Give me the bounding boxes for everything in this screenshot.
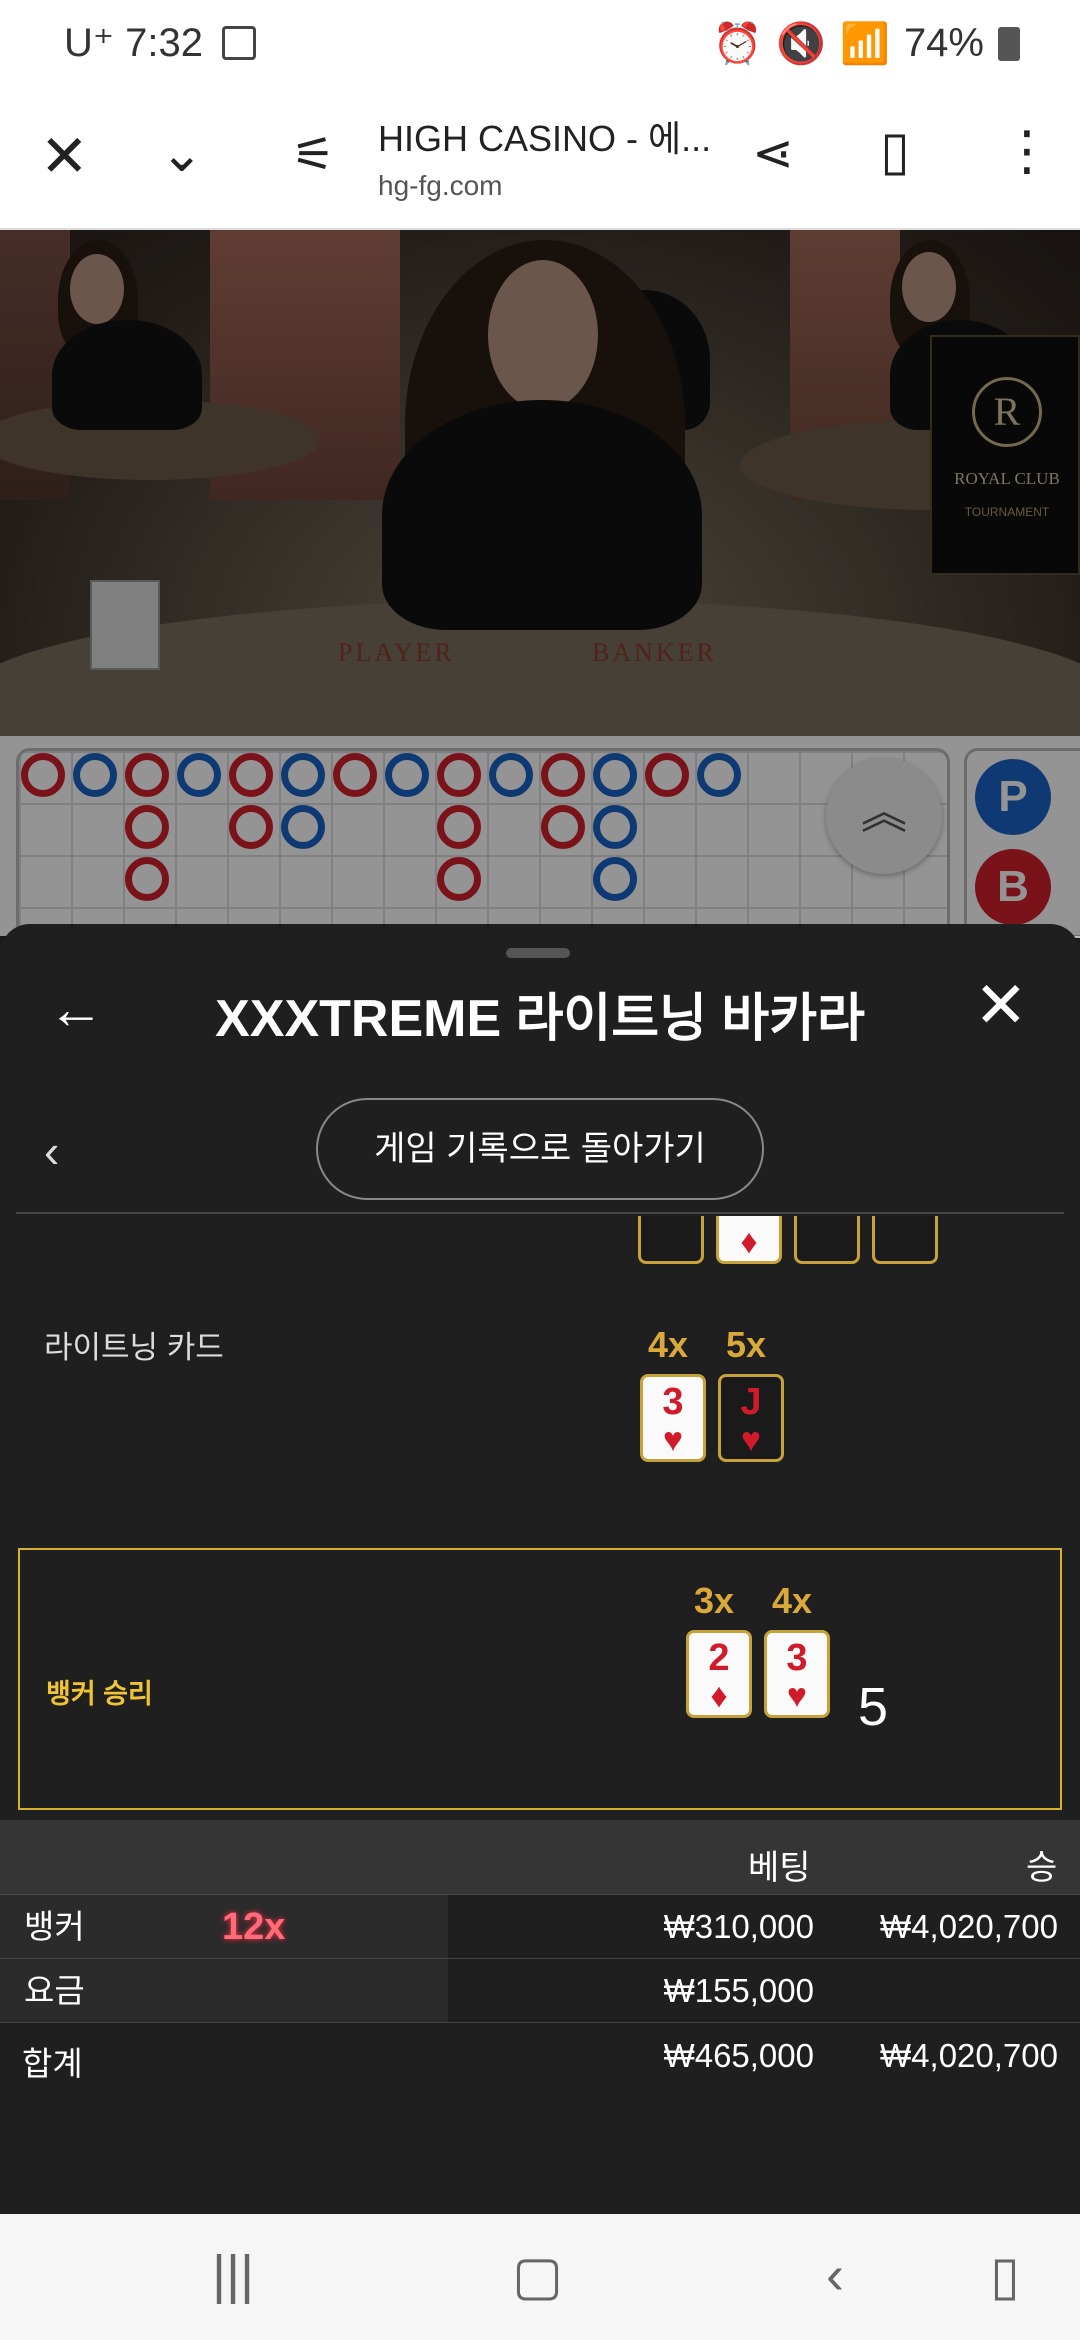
playing-card: ♣ (872, 1216, 938, 1264)
card-multiplier: 4x (648, 1324, 689, 1365)
backdrop-dim (0, 230, 1080, 936)
sheet-title: XXXTREME 라이트닝 바카라 (215, 990, 865, 1048)
previous-cards-row: ♠ 2♦ ♥ ♣ (0, 1216, 1080, 1270)
card-suit: ♣ (875, 1216, 935, 1219)
col-bet: 베팅 (748, 1849, 811, 1887)
gallery-icon (222, 26, 257, 60)
card-multiplier: 5x (726, 1324, 767, 1365)
site-settings-icon[interactable]: ⚟ (292, 132, 335, 180)
wifi-icon: 📶 (840, 22, 890, 66)
sheet-handle[interactable] (506, 948, 570, 958)
card-rank: 3 (786, 1637, 808, 1679)
card-rank: 2 (719, 1216, 779, 1223)
bookmark-icon[interactable]: ▯ (880, 124, 910, 178)
card-rank: J (740, 1381, 762, 1423)
card-suit: ♦ (740, 1223, 758, 1261)
chevron-left-icon[interactable]: ‹ (44, 1124, 59, 1178)
share-icon[interactable]: ⋖ (752, 128, 794, 178)
win-amount: ₩4,020,700 (880, 1908, 1058, 1945)
history-sheet: ← XXXTREME 라이트닝 바카라 ✕ ‹ 게임 기록으로 돌아가기 ♠2♦… (0, 924, 1080, 2214)
bet-row-banker: 뱅커 12x ₩310,000 ₩4,020,700 (0, 1894, 1080, 1959)
battery-level: 74% (903, 21, 984, 65)
bet-amount: ₩155,000 (663, 1972, 814, 2009)
playing-card: 2♦ (716, 1216, 782, 1264)
bet-row-fee: 요금 ₩155,000 (0, 1958, 1080, 2023)
lightning-card-label: 라이트닝 카드 (44, 1330, 224, 1365)
more-options-icon[interactable]: ⋮ (1000, 124, 1054, 178)
card-suit: ♦ (710, 1677, 728, 1715)
card-suit: ♥ (786, 1677, 808, 1715)
divider (16, 1212, 1064, 1214)
clock: 7:32 (125, 21, 203, 65)
close-tab-icon[interactable]: ✕ (40, 128, 89, 186)
page-title[interactable]: HIGH CASINO - 에... (378, 110, 711, 162)
bet-multiplier: 12x (222, 1906, 286, 1948)
carrier-label: U⁺ (64, 21, 114, 65)
back-icon[interactable]: ‹ (826, 2244, 844, 2306)
outcome-label: 뱅커 승리 (46, 1679, 153, 1709)
card-rank: 3 (662, 1381, 684, 1423)
total-bet: ₩465,000 (663, 2037, 814, 2074)
playing-card: 3 ♥ (764, 1630, 830, 1718)
total-win: ₩4,020,700 (880, 2037, 1058, 2074)
close-icon[interactable]: ✕ (974, 968, 1028, 1043)
bet-table: 베팅 승 뱅커 12x ₩310,000 ₩4,020,700 요금 ₩155,… (0, 1820, 1080, 2086)
playing-card: 3 ♥ (640, 1374, 706, 1462)
status-left: U⁺ 7:32 (64, 20, 257, 66)
mute-icon: 🔇 (776, 22, 827, 66)
card-suit: ♥ (740, 1421, 762, 1459)
banker-win-box: 뱅커 승리 5 3x 2 ♦ 4x 3 ♥ (18, 1548, 1062, 1810)
bet-amount: ₩310,000 (663, 1908, 814, 1945)
playing-card: J ♥ (718, 1374, 784, 1462)
battery-icon (998, 26, 1020, 61)
outcome-total: 5 (858, 1677, 889, 1737)
browser-toolbar: ✕ ⌄ ⚟ HIGH CASINO - 에... hg-fg.com ⋖ ▯ ⋮ (0, 88, 1080, 230)
playing-card: ♥ (794, 1216, 860, 1264)
chevron-down-icon[interactable]: ⌄ (160, 128, 204, 180)
col-win: 승 (1026, 1849, 1058, 1887)
return-to-history-button[interactable]: 게임 기록으로 돌아가기 (316, 1098, 764, 1200)
playing-card: 2♦ (686, 1630, 752, 1718)
card-suit: ♥ (797, 1216, 857, 1219)
card-multiplier: 4x (772, 1580, 813, 1621)
card-suit: ♠ (641, 1216, 701, 1219)
status-bar: U⁺ 7:32 ⏰ 🔇 📶 74% (0, 0, 1080, 88)
bet-total-row: 합계 ₩465,000 ₩4,020,700 (0, 2022, 1080, 2086)
playing-card: ♠ (638, 1216, 704, 1264)
alarm-icon: ⏰ (712, 22, 763, 66)
card-rank: 2 (708, 1637, 730, 1679)
rotate-icon[interactable]: ▯ (990, 2244, 1020, 2307)
recent-apps-icon[interactable]: ||| (212, 2244, 254, 2306)
total-label: 합계 (22, 2045, 83, 2082)
card-multiplier: 3x (694, 1580, 735, 1621)
status-right: ⏰ 🔇 📶 74% (712, 20, 1020, 67)
home-icon[interactable]: ▢ (512, 2244, 563, 2307)
screen: U⁺ 7:32 ⏰ 🔇 📶 74% ✕ ⌄ ⚟ HIGH CASINO - 에.… (0, 0, 1080, 2340)
card-suit: ♥ (662, 1421, 684, 1459)
page-url[interactable]: hg-fg.com (378, 170, 503, 202)
bet-name: 요금 (0, 1959, 448, 2023)
bet-table-header: 베팅 승 (0, 1820, 1080, 1894)
system-nav-bar: ||| ▢ ‹ ▯ (0, 2214, 1080, 2340)
